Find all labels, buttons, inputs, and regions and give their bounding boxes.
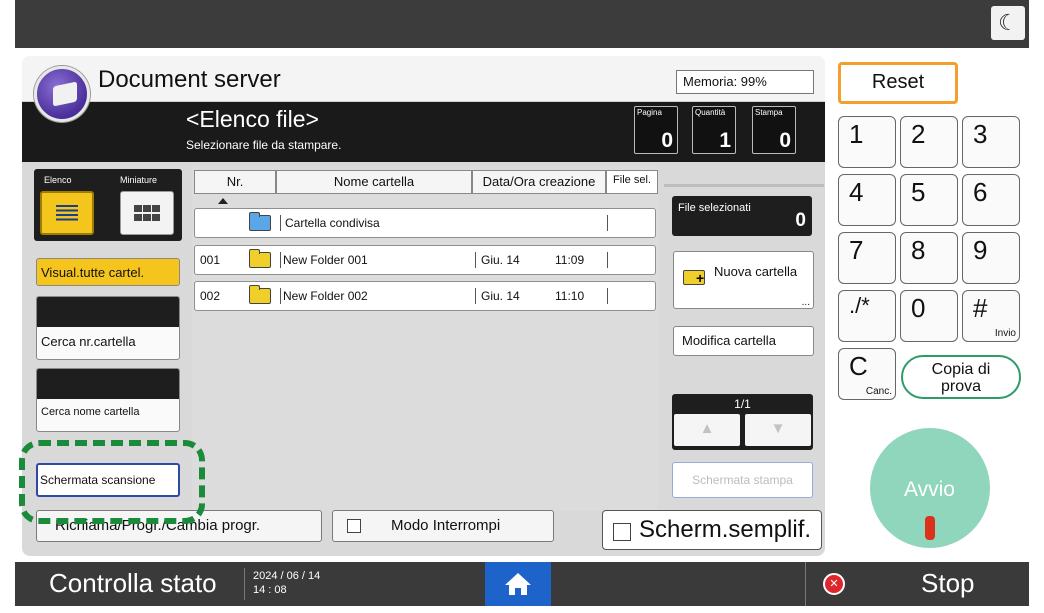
key-2[interactable]: 2 bbox=[900, 116, 958, 168]
clear-key[interactable]: C Canc. bbox=[838, 348, 896, 400]
check-status-button[interactable]: Controlla stato bbox=[49, 568, 217, 599]
table-row[interactable]: 002 New Folder 002 Giu. 14 11:10 bbox=[194, 281, 656, 311]
home-button[interactable] bbox=[485, 562, 551, 606]
document-server-icon bbox=[34, 66, 90, 122]
interrupt-checkbox[interactable] bbox=[347, 519, 361, 533]
simplified-checkbox[interactable] bbox=[613, 523, 631, 541]
list-view-label: Elenco bbox=[44, 175, 72, 185]
column-created[interactable]: Data/Ora creazione bbox=[472, 170, 606, 194]
scan-screen-highlight bbox=[19, 440, 205, 524]
app-header: Document server Memoria: 99% bbox=[22, 56, 825, 102]
folder-icon bbox=[249, 249, 271, 268]
folder-icon bbox=[249, 285, 271, 304]
list-view-button[interactable] bbox=[40, 191, 94, 235]
key-7[interactable]: 7 bbox=[838, 232, 896, 284]
interrupt-mode-button[interactable]: Modo Interrompi bbox=[332, 510, 554, 542]
key-1[interactable]: 1 bbox=[838, 116, 896, 168]
thumbnail-view-icon bbox=[134, 205, 160, 221]
table-row[interactable]: 001 New Folder 001 Giu. 14 11:09 bbox=[194, 245, 656, 275]
simplified-screen-button[interactable]: Scherm.semplif. bbox=[602, 510, 822, 550]
key-0[interactable]: 0 bbox=[900, 290, 958, 342]
page-down-button[interactable]: ▼ bbox=[745, 414, 811, 446]
stop-button[interactable]: Stop bbox=[921, 568, 975, 599]
selected-files-count: 0 bbox=[795, 210, 806, 231]
thumbnail-view-label: Miniature bbox=[120, 175, 158, 185]
list-header: <Elenco file> Selezionare file da stampa… bbox=[22, 102, 825, 162]
app-title: Document server bbox=[98, 66, 281, 93]
reset-button[interactable]: Reset bbox=[838, 62, 958, 104]
view-toggle: Elenco Miniature bbox=[34, 169, 182, 241]
divider bbox=[664, 184, 824, 187]
key-3[interactable]: 3 bbox=[962, 116, 1020, 168]
print-screen-button[interactable]: Schermata stampa bbox=[672, 462, 813, 498]
page-subtitle: Selezionare file da stampare. bbox=[186, 138, 342, 152]
shared-folder-row[interactable]: Cartella condivisa bbox=[194, 208, 656, 238]
home-icon bbox=[505, 573, 531, 595]
sort-ascending-icon bbox=[218, 198, 228, 204]
start-button[interactable]: Avvio bbox=[870, 428, 990, 548]
key-hash-enter[interactable]: # Invio bbox=[962, 290, 1020, 342]
proof-copy-button[interactable]: Copia di prova bbox=[901, 355, 1021, 399]
page-up-button[interactable]: ▲ bbox=[674, 414, 740, 446]
key-4[interactable]: 4 bbox=[838, 174, 896, 226]
search-folder-name-button[interactable]: Cerca nome cartella bbox=[36, 368, 180, 432]
pager: 1/1 ▲ ▼ bbox=[672, 394, 813, 450]
energy-saver-button[interactable]: ☾ bbox=[991, 6, 1025, 40]
column-number[interactable]: Nr. bbox=[194, 170, 276, 194]
page-title: <Elenco file> bbox=[186, 106, 319, 132]
column-selected-files: File sel. bbox=[606, 170, 658, 194]
new-folder-button[interactable]: + Nuova cartella ... bbox=[673, 251, 814, 309]
search-folder-number-button[interactable]: Cerca nr.cartella bbox=[36, 296, 180, 360]
selected-files-box: File selezionati 0 bbox=[672, 196, 812, 236]
column-folder-name[interactable]: Nome cartella bbox=[276, 170, 472, 194]
print-counter: Stampa 0 bbox=[752, 106, 796, 154]
memory-indicator: Memoria: 99% bbox=[676, 70, 814, 94]
page-counter: Pagina 0 bbox=[634, 106, 678, 154]
status-bar: Controlla stato 2024 / 06 / 14 14 : 08 ✕… bbox=[15, 562, 1029, 606]
top-strip: ☾ bbox=[15, 0, 1029, 48]
moon-icon: ☾ bbox=[998, 10, 1018, 35]
key-6[interactable]: 6 bbox=[962, 174, 1020, 226]
thumbnail-view-button[interactable] bbox=[120, 191, 174, 235]
stop-icon[interactable]: ✕ bbox=[823, 573, 845, 595]
folder-icon bbox=[249, 212, 271, 231]
start-indicator-led bbox=[925, 516, 935, 540]
modify-folder-button[interactable]: Modifica cartella bbox=[673, 326, 814, 356]
date-time: 2024 / 06 / 14 14 : 08 bbox=[253, 570, 321, 596]
page-indicator: 1/1 bbox=[734, 397, 751, 411]
key-8[interactable]: 8 bbox=[900, 232, 958, 284]
list-view-icon bbox=[56, 205, 78, 221]
show-all-folders-button[interactable]: Visual.tutte cartel. bbox=[36, 258, 180, 286]
quantity-counter: Quantità 1 bbox=[692, 106, 736, 154]
key-9[interactable]: 9 bbox=[962, 232, 1020, 284]
folder-table: Nr. Nome cartella Data/Ora creazione Fil… bbox=[192, 166, 658, 511]
key-dot-star[interactable]: ./* bbox=[838, 290, 896, 342]
key-5[interactable]: 5 bbox=[900, 174, 958, 226]
